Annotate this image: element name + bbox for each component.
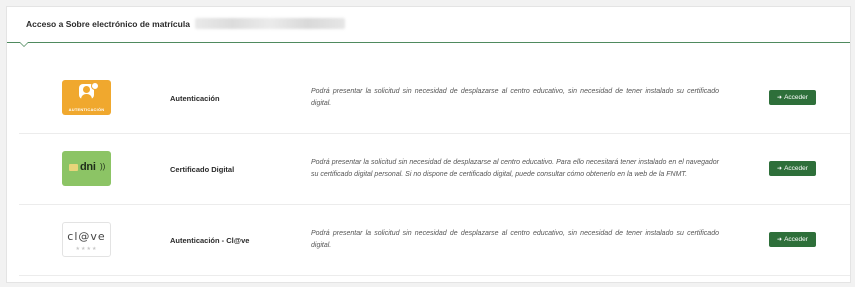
clave-logo: cl@ve ★★★★ [62, 222, 111, 257]
method-name: Autenticación - Cl@ve [170, 235, 250, 245]
chip-icon [69, 164, 78, 171]
autenticacion-logo: AUTENTICACIÓN [62, 80, 111, 115]
contactless-icon: )) [100, 162, 106, 171]
method-name: Certificado Digital [170, 164, 235, 174]
method-description: Podrá presentar la solicitud sin necesid… [311, 158, 719, 179]
logo-caption: dni [80, 161, 96, 173]
acceder-button[interactable]: ➜ Acceder [769, 90, 816, 105]
header-divider [7, 42, 850, 43]
sign-in-icon: ➜ [777, 95, 783, 101]
stars-icon: ★★★★ [75, 246, 98, 252]
method-name: Autenticación [170, 93, 220, 103]
logo-caption: cl@ve [67, 230, 106, 243]
panel-header: Acceso a Sobre electrónico de matrícula [7, 7, 850, 47]
button-label: Acceder [784, 236, 808, 243]
method-description: Podrá presentar la solicitud sin necesid… [311, 229, 719, 250]
access-option-clave: cl@ve ★★★★ Autenticación - Cl@ve Podrá p… [19, 205, 850, 276]
access-panel: Acceso a Sobre electrónico de matrícula … [6, 6, 851, 283]
access-option-autenticacion: AUTENTICACIÓN Autenticación Podrá presen… [19, 63, 850, 134]
redacted-identifier [195, 18, 345, 29]
acceder-button[interactable]: ➜ Acceder [769, 161, 816, 176]
dni-logo: dni )) [62, 151, 111, 186]
button-label: Acceder [784, 165, 808, 172]
button-label: Acceder [784, 94, 808, 101]
sign-in-icon: ➜ [777, 237, 783, 243]
sign-in-icon: ➜ [777, 166, 783, 172]
method-description: Podrá presentar la solicitud sin necesid… [311, 87, 719, 108]
acceder-button[interactable]: ➜ Acceder [769, 232, 816, 247]
access-option-certificado-digital: dni )) Certificado Digital Podrá present… [19, 134, 850, 205]
logo-caption: AUTENTICACIÓN [68, 107, 105, 112]
panel-title: Acceso a Sobre electrónico de matrícula [26, 19, 190, 29]
